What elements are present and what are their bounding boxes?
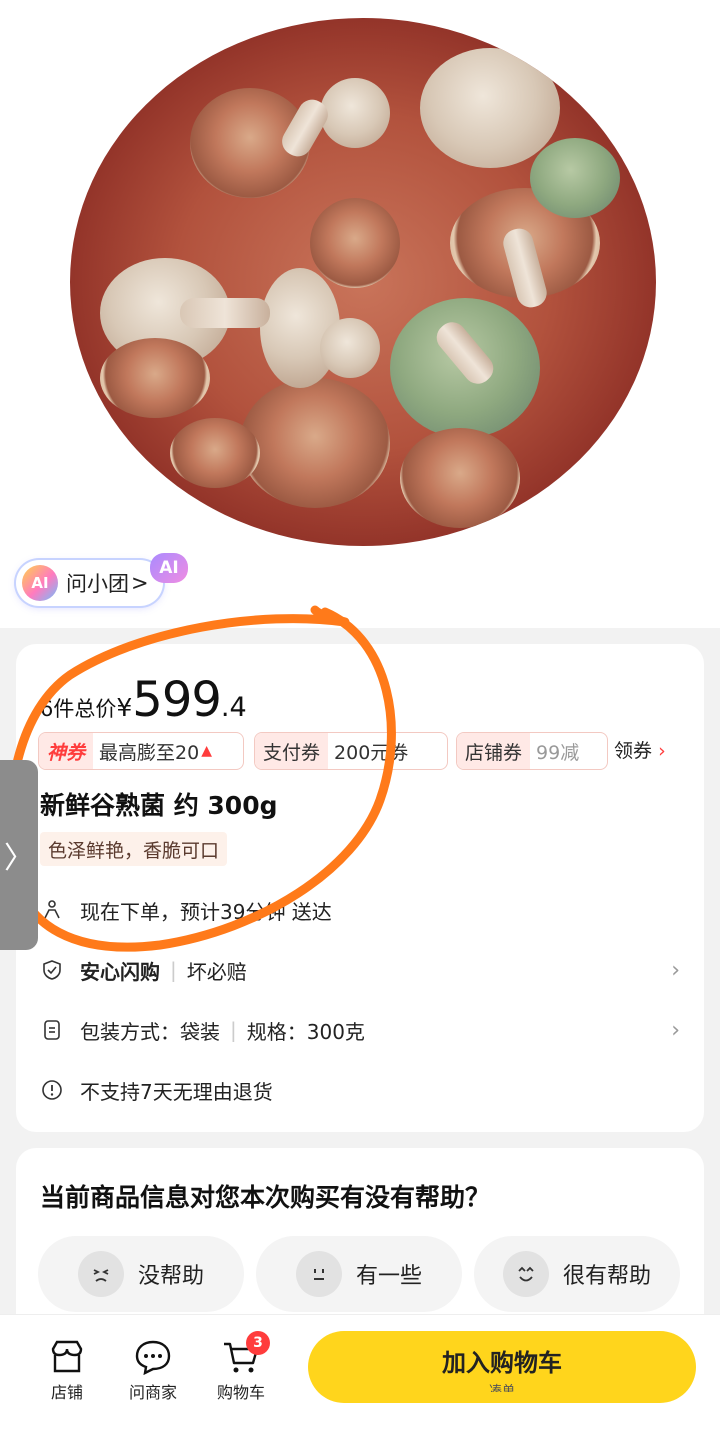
feedback-not-helpful-button[interactable]: 没帮助 bbox=[38, 1236, 244, 1312]
feedback-somewhat-button[interactable]: 有一些 bbox=[256, 1236, 462, 1312]
ask-merchant-label: 问商家 bbox=[128, 1383, 177, 1402]
coupon-tag: 神券 bbox=[39, 733, 94, 769]
guarantee-desc: 坏必赔 bbox=[186, 959, 247, 984]
price: 6件总价 ¥ 599 .4 bbox=[40, 672, 247, 728]
store-button[interactable]: 店铺 bbox=[32, 1339, 102, 1403]
feedback-card: 当前商品信息对您本次购买有没有帮助？ 没帮助 有一些 很有帮助 bbox=[16, 1148, 704, 1318]
side-drawer-handle[interactable]: 〉 bbox=[0, 760, 38, 950]
ask-merchant-button[interactable]: 问商家 bbox=[118, 1339, 188, 1403]
document-icon bbox=[40, 1018, 64, 1042]
spec-row[interactable]: 包装方式：袋装 | 规格：300克 › bbox=[40, 1010, 680, 1050]
chat-icon bbox=[135, 1340, 171, 1375]
divider: | bbox=[170, 958, 177, 982]
price-currency: ¥ bbox=[116, 693, 133, 722]
chevron-right-icon: 〉 bbox=[4, 841, 34, 876]
get-coupon-button[interactable]: 领券 › bbox=[614, 736, 666, 763]
ask-assistant-button[interactable]: AI 问小团 > bbox=[16, 560, 163, 606]
coupon-tag: 店铺券 bbox=[457, 733, 531, 769]
feedback-very-helpful-button[interactable]: 很有帮助 bbox=[474, 1236, 680, 1312]
coupon-row[interactable]: 神券 最高膨至20 ▲ 支付券 200元券 店铺券 99减 领券 › bbox=[38, 732, 698, 770]
delivery-text: 现在下单，预计39分钟 送达 bbox=[80, 899, 332, 924]
coupon-value: 200元券 bbox=[334, 741, 409, 764]
bottom-action-bar: 店铺 问商家 3 购物车 加入购物车 凑单 bbox=[0, 1314, 720, 1429]
feedback-question: 当前商品信息对您本次购买有没有帮助？ bbox=[40, 1183, 491, 1212]
guarantee-row[interactable]: 安心闪购 | 坏必赔 › bbox=[40, 950, 680, 990]
feedback-option-label: 有一些 bbox=[355, 1264, 422, 1289]
coupon-value: 最高膨至20 bbox=[99, 741, 200, 764]
feedback-option-label: 很有帮助 bbox=[562, 1264, 651, 1289]
smile-face-icon bbox=[502, 1251, 549, 1297]
add-to-cart-label: 加入购物车 bbox=[442, 1348, 562, 1377]
store-label: 店铺 bbox=[50, 1383, 83, 1402]
packaging-text: 包装方式：袋装 bbox=[80, 1019, 220, 1044]
assistant-chevron: > bbox=[131, 571, 149, 595]
get-coupon-label: 领券 bbox=[614, 740, 653, 762]
return-policy-row: 不支持7天无理由退货 bbox=[40, 1070, 680, 1110]
guarantee-title: 安心闪购 bbox=[80, 959, 160, 984]
up-arrow-icon: ▲ bbox=[201, 743, 212, 759]
coupon-payment[interactable]: 支付券 200元券 bbox=[254, 732, 448, 770]
chevron-right-icon: › bbox=[671, 957, 680, 983]
neutral-face-icon bbox=[295, 1251, 342, 1297]
coupon-value: 99减 bbox=[536, 741, 580, 764]
shield-check-icon bbox=[40, 958, 64, 982]
coupon-shenquan[interactable]: 神券 最高膨至20 ▲ bbox=[38, 732, 244, 770]
product-image[interactable] bbox=[0, 0, 720, 628]
delivery-rider-icon bbox=[40, 898, 64, 922]
store-icon bbox=[51, 1340, 83, 1373]
assistant-logo-icon: AI bbox=[22, 565, 58, 601]
assistant-label: 问小团 bbox=[66, 572, 129, 596]
coupon-store[interactable]: 店铺券 99减 bbox=[456, 732, 608, 770]
divider: | bbox=[230, 1018, 237, 1042]
feedback-option-label: 没帮助 bbox=[137, 1264, 204, 1289]
frown-face-icon bbox=[77, 1251, 124, 1297]
add-to-cart-button[interactable]: 加入购物车 凑单 bbox=[308, 1331, 696, 1403]
info-icon bbox=[40, 1078, 64, 1102]
product-info-card: 6件总价 ¥ 599 .4 神券 最高膨至20 ▲ 支付券 200元券 店铺券 … bbox=[16, 644, 704, 1132]
cart-button[interactable]: 3 购物车 bbox=[206, 1331, 276, 1403]
add-to-cart-sublabel: 凑单 bbox=[488, 1383, 515, 1392]
price-integer: 599 bbox=[132, 672, 222, 728]
return-policy-text: 不支持7天无理由退货 bbox=[80, 1079, 273, 1104]
cart-label: 购物车 bbox=[216, 1383, 265, 1402]
price-decimal: .4 bbox=[220, 692, 247, 723]
product-tag: 色泽鲜艳，香脆可口 bbox=[40, 832, 228, 866]
ai-badge: AI bbox=[150, 553, 188, 583]
mushroom-plate-image bbox=[70, 18, 656, 546]
delivery-row: 现在下单，预计39分钟 送达 bbox=[40, 890, 680, 930]
spec-text: 规格：300克 bbox=[246, 1019, 365, 1044]
chevron-right-icon: › bbox=[658, 740, 666, 762]
chevron-right-icon: › bbox=[671, 1017, 680, 1043]
price-prefix: 6件总价 bbox=[40, 697, 117, 721]
cart-count-badge: 3 bbox=[246, 1331, 270, 1355]
coupon-tag: 支付券 bbox=[255, 733, 329, 769]
product-title: 新鲜谷熟菌 约 300g bbox=[40, 791, 278, 820]
